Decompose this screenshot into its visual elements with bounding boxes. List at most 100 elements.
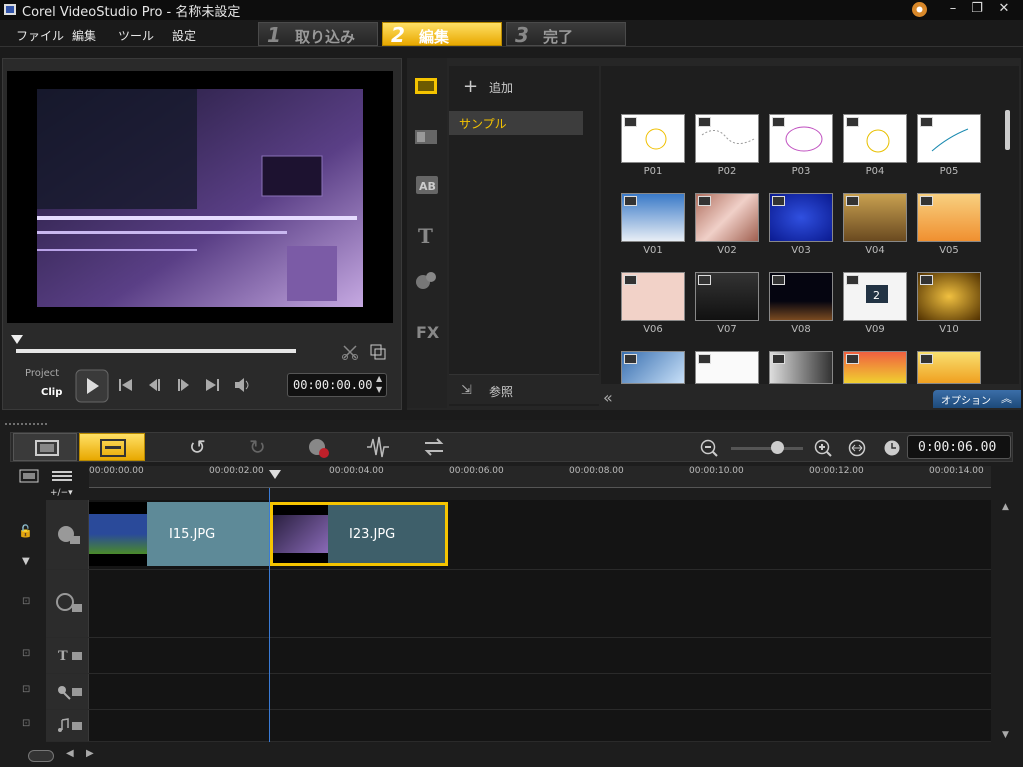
library-thumb-p04[interactable]: [843, 114, 907, 163]
video-track-icon: [58, 526, 80, 544]
previous-frame-icon[interactable]: [145, 377, 163, 393]
library-thumb-v09[interactable]: 2: [843, 272, 907, 321]
lock-icon[interactable]: ⊡: [22, 648, 30, 659]
browse-button[interactable]: ⇲ 参照: [449, 374, 599, 404]
zoom-in-icon[interactable]: [813, 438, 833, 458]
library-thumb[interactable]: [621, 351, 685, 384]
step-tab-share[interactable]: 3 完了: [506, 22, 626, 47]
scroll-left-icon[interactable]: ◀: [66, 748, 74, 759]
library-thumb[interactable]: [769, 351, 833, 384]
transition-icon[interactable]: [411, 122, 443, 152]
fx-icon[interactable]: FX: [411, 316, 443, 346]
app-icon: [4, 4, 16, 15]
cut-icon[interactable]: [341, 343, 359, 361]
lock-icon[interactable]: 🔓: [18, 524, 33, 538]
zoom-out-icon[interactable]: [699, 438, 719, 458]
add-icon[interactable]: +: [463, 76, 478, 97]
library-thumb-v04[interactable]: [843, 193, 907, 242]
volume-icon[interactable]: [233, 377, 253, 393]
collapse-library-icon[interactable]: «: [603, 388, 613, 407]
add-remove-chapter-icon[interactable]: +/−▾: [50, 488, 73, 498]
minimize-button[interactable]: –: [944, 1, 962, 18]
library-thumb-v08[interactable]: [769, 272, 833, 321]
library-folder-pane: + 追加 サンプル ⇲ 参照: [449, 66, 599, 406]
scrub-handle[interactable]: [11, 335, 23, 344]
library-thumb[interactable]: [695, 351, 759, 384]
lock-icon[interactable]: ⊡: [22, 684, 30, 695]
timecode-box[interactable]: 00:00:00.00 ▲ ▼: [287, 373, 387, 397]
library-thumb-v02[interactable]: [695, 193, 759, 242]
timecode-up-icon[interactable]: ▲: [376, 374, 382, 383]
lock-icon[interactable]: ⊡: [22, 596, 30, 607]
timeline-view-button[interactable]: [79, 433, 145, 461]
fit-project-icon[interactable]: [847, 438, 867, 458]
restore-button[interactable]: ❐: [968, 1, 986, 18]
track-header: [46, 500, 89, 569]
svg-text:T: T: [58, 649, 68, 664]
scrub-bar[interactable]: [16, 349, 296, 353]
options-button[interactable]: オプション ︽: [933, 390, 1021, 408]
audio-mixer-icon[interactable]: [365, 435, 391, 459]
playhead-marker[interactable]: [269, 470, 281, 479]
library-scrollbar[interactable]: [1005, 110, 1010, 150]
text-icon[interactable]: T: [411, 220, 443, 250]
menu-edit[interactable]: 編集: [72, 27, 96, 44]
home-icon[interactable]: [117, 377, 135, 393]
zoom-slider-handle[interactable]: [771, 441, 784, 454]
timeline-ruler[interactable]: 00:00:00.00 00:00:02.00 00:00:04.00 00:0…: [89, 466, 991, 488]
media-icon[interactable]: [411, 72, 443, 102]
menu-tools[interactable]: ツール: [118, 27, 154, 44]
timecode-down-icon[interactable]: ▼: [376, 385, 382, 394]
zoom-slider[interactable]: [731, 447, 803, 450]
panel-grip[interactable]: [4, 422, 48, 426]
storyboard-icon: [35, 440, 59, 456]
filter-icon[interactable]: [411, 266, 443, 296]
help-icon[interactable]: [911, 1, 928, 18]
overlay-track-icon: [56, 593, 82, 612]
add-folder-label[interactable]: 追加: [489, 79, 513, 96]
library-thumb-v06[interactable]: [621, 272, 685, 321]
library-thumb-v10[interactable]: [917, 272, 981, 321]
library-thumb-p03[interactable]: [769, 114, 833, 163]
storyboard-view-button[interactable]: [13, 433, 77, 461]
library-thumb-v05[interactable]: [917, 193, 981, 242]
folder-item-sample[interactable]: サンプル: [449, 111, 583, 135]
next-frame-icon[interactable]: [175, 377, 193, 393]
redo-icon[interactable]: ↻: [249, 435, 266, 459]
record-capture-icon[interactable]: [306, 435, 332, 459]
ripple-editing-button[interactable]: [28, 750, 54, 762]
timeline-clip-i15[interactable]: I15.JPG: [89, 502, 269, 566]
library-thumb-v03[interactable]: [769, 193, 833, 242]
window-title: Corel VideoStudio Pro - 名称未設定: [22, 5, 241, 20]
timeline-clip-i23[interactable]: I23.JPG: [270, 502, 448, 566]
clip-mode-label[interactable]: Clip: [41, 387, 62, 398]
title-track-icon: T: [58, 649, 82, 664]
undo-icon[interactable]: ↺: [189, 435, 206, 459]
close-button[interactable]: ✕: [995, 1, 1013, 18]
end-icon[interactable]: [203, 377, 221, 393]
track-collapse-icon[interactable]: ▼: [22, 556, 30, 567]
timecode: 00:00:00.00: [293, 378, 373, 392]
track-manager-icon[interactable]: [18, 468, 44, 484]
scroll-right-icon[interactable]: ▶: [86, 748, 94, 759]
chapter-list-icon[interactable]: [50, 468, 76, 484]
enlarge-icon[interactable]: [369, 343, 387, 361]
library-thumb[interactable]: [917, 351, 981, 384]
project-mode-label[interactable]: Project: [25, 368, 59, 379]
library-thumb-v07[interactable]: [695, 272, 759, 321]
scroll-up-icon[interactable]: ▲: [1002, 502, 1009, 512]
library-thumb-p02[interactable]: [695, 114, 759, 163]
library-thumb-p05[interactable]: [917, 114, 981, 163]
ab-title-icon[interactable]: AB: [411, 170, 443, 200]
menu-settings[interactable]: 設定: [172, 27, 196, 44]
library-thumb-p01[interactable]: [621, 114, 685, 163]
lock-icon[interactable]: ⊡: [22, 718, 30, 729]
library-thumb[interactable]: [843, 351, 907, 384]
scroll-down-icon[interactable]: ▼: [1002, 730, 1009, 740]
step-tab-edit[interactable]: 2 編集: [382, 22, 502, 47]
auto-music-icon[interactable]: [421, 435, 447, 459]
step-tab-capture[interactable]: 1 取り込み: [258, 22, 378, 47]
menu-file[interactable]: ファイル: [16, 27, 64, 44]
library-thumb-v01[interactable]: [621, 193, 685, 242]
play-button[interactable]: [75, 369, 109, 403]
